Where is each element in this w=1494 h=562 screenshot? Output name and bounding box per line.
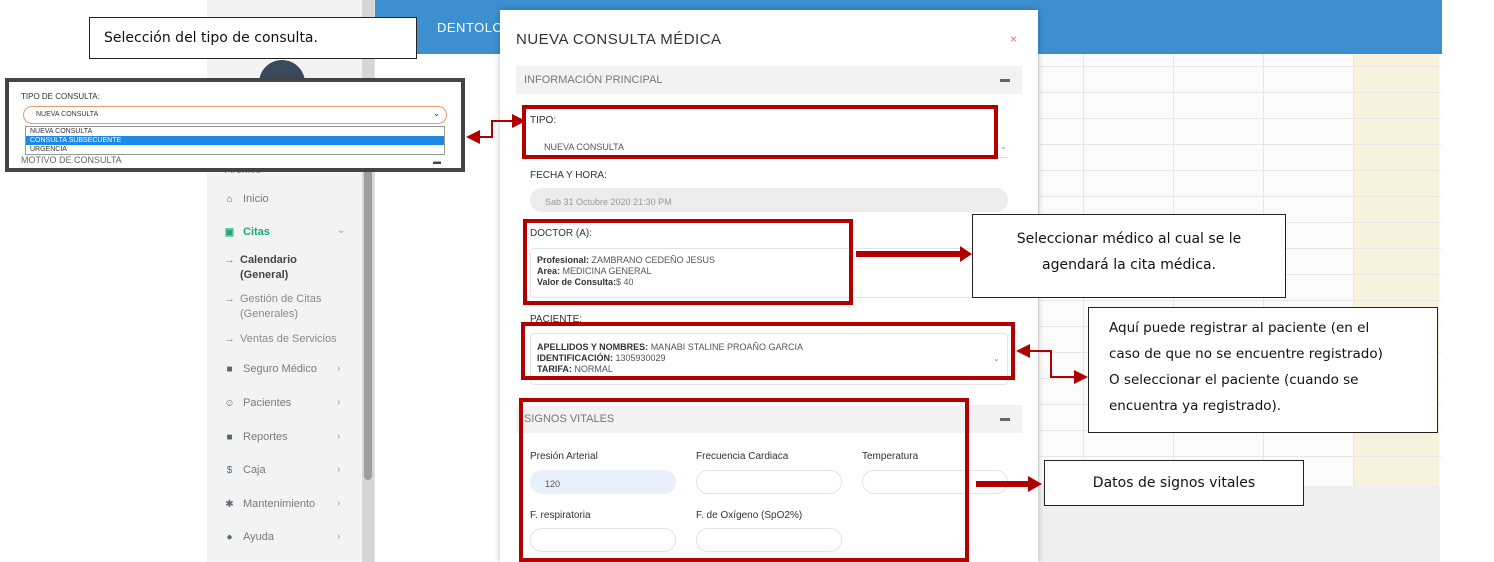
subitem-label: Gestión de Citas	[240, 293, 322, 305]
sidebar-item-seguro[interactable]: ■ Seguro Médico	[224, 363, 317, 375]
fecha-input[interactable]: Sab 31 Octubre 2020 21:30 PM	[530, 188, 1008, 212]
comment-icon: ▬	[1000, 413, 1010, 424]
tipo-consulta-select[interactable]: NUEVA CONSULTA ⌄	[23, 106, 447, 124]
callout-paciente-line3: O seleccionar el paciente (cuando se	[1109, 372, 1359, 388]
callout-doctor-line2: agendará la cita médica.	[1042, 257, 1216, 273]
arrowhead-right-icon	[960, 246, 972, 262]
sidebar-item-label: Inicio	[243, 193, 269, 205]
subitem-label: (Generales)	[240, 308, 299, 320]
fecha-label: FECHA Y HORA:	[530, 170, 607, 181]
sidebar-item-label: Reportes	[243, 431, 288, 443]
chevron-right-icon: ›	[337, 498, 341, 509]
sidebar-subitem-ventas[interactable]: → Ventas de Servicios	[224, 332, 337, 347]
arrow-right-icon: →	[224, 333, 235, 345]
section-main-info[interactable]: INFORMACIÓN PRINCIPAL ▬	[516, 66, 1022, 94]
sidebar-item-mantenimiento[interactable]: ✱ Mantenimiento	[224, 498, 315, 510]
sidebar-item-label: Mantenimiento	[243, 498, 316, 510]
callout-paciente-line2: caso de que no se encuentre registrado)	[1109, 346, 1383, 362]
highlight-doctor	[523, 219, 853, 305]
callout-paciente: Aquí puede registrar al paciente (en el …	[1088, 307, 1438, 433]
folder-icon: ■	[226, 431, 233, 443]
chevron-right-icon: ›	[337, 464, 341, 475]
arrowhead-right-icon	[512, 114, 526, 128]
chevron-down-icon: ⌄	[1000, 142, 1007, 151]
stage: DENTOLO Archivo ⌂ Inicio ▣ Citas ⌄ →Cale…	[0, 0, 1494, 562]
tipo-consulta-options: NUEVA CONSULTA CONSULTA SUBSECUENTE URGE…	[25, 126, 445, 155]
comment-icon: ▬	[433, 157, 441, 166]
sidebar-item-label: Caja	[243, 464, 266, 476]
option-nueva-consulta[interactable]: NUEVA CONSULTA	[26, 127, 444, 136]
highlight-tipo	[522, 105, 998, 159]
sidebar-item-pacientes[interactable]: ☺ Pacientes	[224, 397, 291, 409]
inset-background-text: MOTIVO DE CONSULTA	[21, 155, 122, 165]
chevron-right-icon: ›	[337, 431, 341, 442]
fecha-value: Sab 31 Octubre 2020 21:30 PM	[545, 197, 672, 207]
section-main-label: INFORMACIÓN PRINCIPAL	[524, 74, 663, 86]
chevron-right-icon: ›	[337, 531, 341, 542]
sidebar-item-label: Seguro Médico	[243, 363, 317, 375]
callout-vitales-text: Datos de signos vitales	[1092, 475, 1256, 491]
close-icon[interactable]: ×	[1010, 32, 1017, 46]
inset-selected-value: NUEVA CONSULTA	[36, 111, 99, 118]
chevron-right-icon: ›	[337, 397, 341, 408]
sidebar-item-label: Pacientes	[243, 397, 292, 409]
gear-icon: ✱	[225, 498, 234, 510]
chevron-down-icon: ⌄	[433, 109, 440, 118]
arrow-right-icon: →	[224, 293, 235, 305]
modal-title: NUEVA CONSULTA MÉDICA	[516, 31, 722, 48]
callout-doctor: Seleccionar médico al cual se le agendar…	[972, 214, 1286, 298]
sidebar-item-reportes[interactable]: ■ Reportes	[224, 431, 288, 443]
users-icon: ☺	[224, 397, 235, 409]
home-icon: ⌂	[226, 193, 233, 205]
sidebar-subitem-calendario[interactable]: → Calendario (General)	[224, 253, 297, 283]
arrowhead-left-icon	[1016, 344, 1030, 358]
callout-paciente-line4: encuentra ya registrado).	[1109, 398, 1282, 414]
highlight-vitals	[519, 398, 969, 562]
chevron-down-icon: ⌄	[337, 225, 346, 236]
sidebar-subitem-gestion[interactable]: → Gestión de Citas (Generales)	[224, 292, 321, 322]
arrowhead-left-icon	[466, 130, 480, 144]
highlight-paciente	[521, 322, 1015, 380]
subitem-label: Ventas de Servicios	[240, 333, 337, 345]
sidebar-item-citas[interactable]: ▣ Citas	[224, 226, 270, 238]
callout-tipo-text: Selección del tipo de consulta.	[104, 30, 318, 46]
sidebar-item-caja[interactable]: $ Caja	[224, 464, 266, 476]
arrow-right-icon: →	[224, 254, 235, 266]
callout-vitales: Datos de signos vitales	[1044, 460, 1304, 506]
chevron-right-icon: ›	[337, 363, 341, 374]
briefcase-icon: ■	[226, 363, 233, 375]
inset-label: TIPO DE CONSULTA:	[21, 92, 100, 101]
tipo-dropdown-inset: TIPO DE CONSULTA: NUEVA CONSULTA ⌄ MOTIV…	[5, 78, 465, 172]
app-brand: DENTOLO	[437, 20, 504, 35]
comment-icon: ▬	[1000, 74, 1010, 85]
option-urgencia[interactable]: URGENCIA	[26, 145, 444, 154]
sidebar-item-label: Citas	[243, 226, 270, 238]
calendar-icon: ▣	[224, 226, 235, 238]
sidebar-item-label: Ayuda	[243, 531, 274, 543]
help-icon: ●	[226, 531, 233, 543]
sidebar-item-inicio[interactable]: ⌂ Inicio	[224, 193, 269, 205]
callout-tipo: Selección del tipo de consulta.	[89, 17, 417, 59]
callout-paciente-line1: Aquí puede registrar al paciente (en el	[1109, 320, 1370, 336]
callout-doctor-line1: Seleccionar médico al cual se le	[1016, 231, 1242, 247]
option-consulta-subsecuente[interactable]: CONSULTA SUBSECUENTE	[26, 136, 444, 145]
arrowhead-right-icon	[1074, 370, 1088, 384]
subitem-label: Calendario	[240, 254, 297, 266]
subitem-label: (General)	[240, 269, 289, 281]
arrowhead-right-icon	[1028, 476, 1042, 492]
dollar-icon: $	[226, 464, 233, 476]
sidebar-item-ayuda[interactable]: ● Ayuda	[224, 531, 274, 543]
